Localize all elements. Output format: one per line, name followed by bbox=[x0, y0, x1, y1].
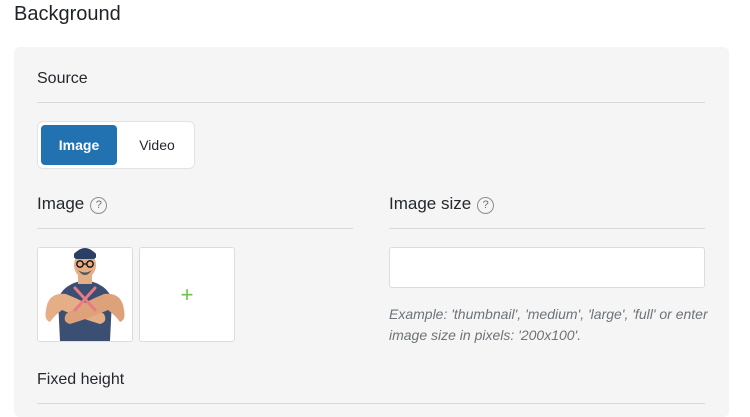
image-size-hint: Example: 'thumbnail', 'medium', 'large',… bbox=[389, 306, 708, 343]
image-size-label: Image size bbox=[389, 194, 472, 213]
source-label: Source bbox=[37, 70, 88, 87]
source-image-tab[interactable]: Image bbox=[41, 125, 117, 165]
image-size-help-icon[interactable]: ? bbox=[477, 197, 495, 214]
section-heading: Background bbox=[14, 3, 121, 25]
image-size-input[interactable] bbox=[389, 247, 705, 288]
image-field-heading: Image? bbox=[37, 194, 108, 214]
background-panel: Source Image Video Image? + Image size ?… bbox=[14, 47, 729, 417]
fixed-height-label: Fixed height bbox=[37, 371, 125, 388]
image-size-heading: Image size? bbox=[389, 194, 495, 214]
image-field-label: Image bbox=[37, 194, 85, 213]
image-divider bbox=[37, 228, 353, 229]
source-video-tab[interactable]: Video bbox=[122, 125, 192, 165]
avatar-illustration bbox=[38, 248, 132, 341]
source-divider bbox=[37, 102, 705, 103]
image-help-icon[interactable]: ? bbox=[90, 197, 108, 214]
image-size-divider bbox=[389, 228, 705, 229]
image-thumbnail[interactable] bbox=[37, 247, 133, 342]
source-toggle: Image Video bbox=[37, 121, 195, 169]
add-image-button[interactable]: + bbox=[139, 247, 235, 342]
